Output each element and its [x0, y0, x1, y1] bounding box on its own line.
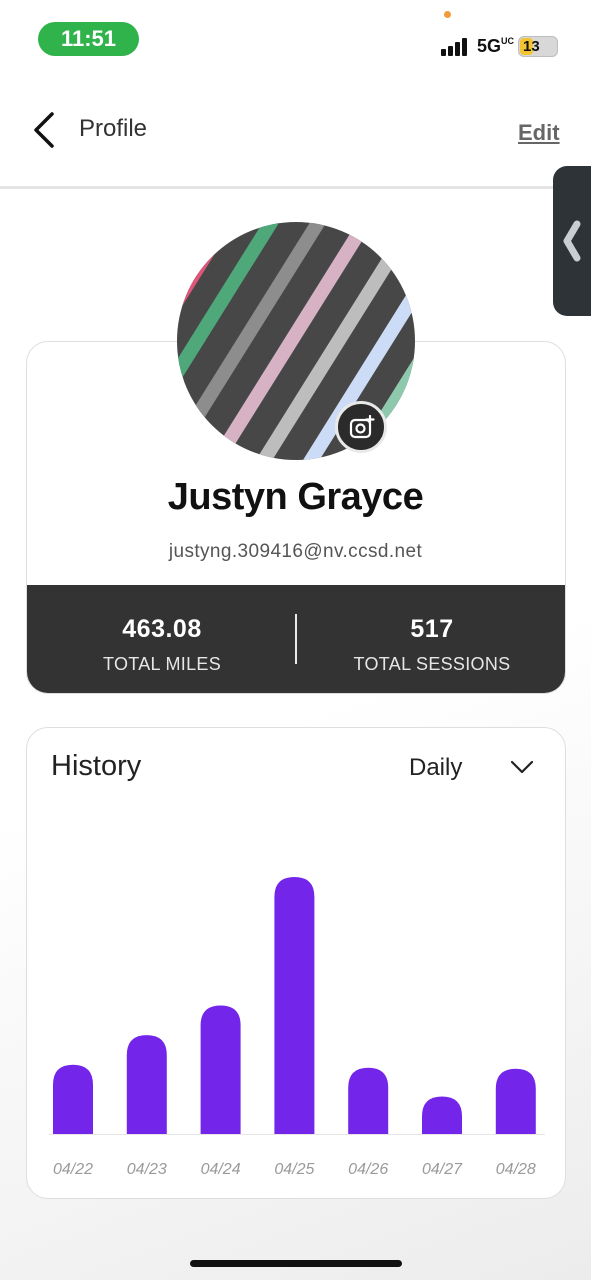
battery-icon: 13 [518, 36, 558, 57]
chevron-left-icon [563, 220, 581, 262]
stat-label: TOTAL MILES [103, 654, 221, 674]
edit-button[interactable]: Edit [518, 120, 560, 146]
status-time: 11:51 [38, 22, 139, 56]
chart-x-tick-label: 04/23 [127, 1161, 167, 1178]
chart-x-tick-label: 04/25 [274, 1161, 314, 1178]
chart-bar-04-24[interactable] [200, 1005, 241, 1135]
camera-plus-icon [349, 415, 375, 439]
side-drawer-tab[interactable] [553, 166, 591, 316]
chart-x-tick-label: 04/26 [348, 1161, 388, 1178]
back-button[interactable] [30, 110, 62, 150]
stat-label: TOTAL SESSIONS [353, 654, 511, 674]
battery-level: 13 [523, 38, 540, 55]
chart-x-tick-label: 04/22 [53, 1161, 93, 1178]
change-photo-button[interactable] [335, 401, 387, 453]
chart-x-tick-label: 04/27 [422, 1161, 463, 1178]
stat-total-miles: 463.08 TOTAL MILES [27, 615, 297, 675]
network-superscript: UC [501, 36, 515, 46]
chart-bar-04-25[interactable] [274, 877, 315, 1134]
stat-value: 517 [410, 615, 454, 643]
stat-total-sessions: 517 TOTAL SESSIONS [297, 615, 565, 675]
chart-x-tick-label: 04/28 [496, 1161, 536, 1178]
user-name: Justyn Grayce [167, 476, 424, 518]
network-type: 5G [477, 36, 502, 56]
home-indicator[interactable] [190, 1260, 402, 1267]
chart-bar-04-23[interactable] [126, 1035, 167, 1134]
chart-bar-04-22[interactable] [53, 1064, 93, 1134]
history-card: History Daily 04/22 04/23 04/24 04/25 04/26 0… [26, 727, 566, 1199]
chevron-left-icon [34, 112, 54, 148]
network-indicator: 5GUC [477, 36, 514, 57]
chart-bar-04-27[interactable] [422, 1096, 462, 1134]
stats-bar: 463.08 TOTAL MILES 517 TOTAL SESSIONS [27, 585, 565, 693]
header-divider [0, 186, 591, 189]
chart-bar-04-28[interactable] [495, 1068, 536, 1134]
chart-x-tick-label: 04/24 [201, 1161, 241, 1178]
user-email: justyng.309416@nv.ccsd.net [168, 541, 423, 562]
chart-bar-04-26[interactable] [348, 1067, 389, 1134]
page-title: Profile [79, 115, 148, 142]
privacy-indicator-dot [444, 11, 451, 18]
history-bar-chart: 04/22 04/23 04/24 04/25 04/26 04/27 04/28 [49, 877, 545, 1178]
signal-strength-icon [441, 38, 473, 56]
stat-value: 463.08 [122, 615, 202, 643]
